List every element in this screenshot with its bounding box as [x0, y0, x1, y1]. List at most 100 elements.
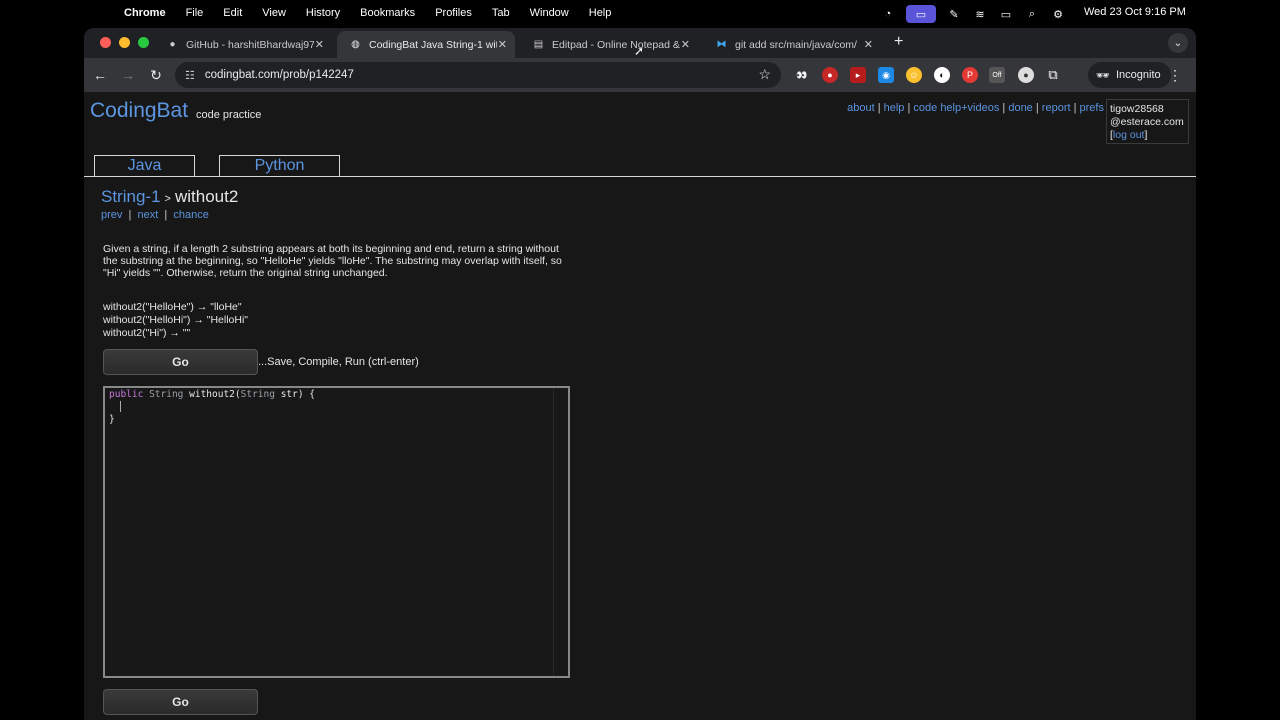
extension-youtube-icon[interactable]: ▸	[850, 67, 866, 83]
text-cursor	[120, 401, 121, 412]
forward-icon[interactable]: →	[114, 67, 142, 83]
screen-time-icon[interactable]: ◔	[880, 7, 896, 21]
example-line: without2("HelloHe") → "lloHe"	[103, 301, 242, 313]
examples: without2("HelloHe") → "lloHe" without2("…	[103, 301, 248, 340]
link-prefs[interactable]: prefs	[1080, 102, 1104, 114]
control-center-icon[interactable]: ⚙	[1050, 7, 1066, 21]
battery-icon[interactable]: ▭	[998, 7, 1014, 21]
breadcrumb-category[interactable]: String-1	[101, 187, 161, 206]
menu-window[interactable]: Window	[530, 7, 569, 19]
top-links: about | help | code help+videos | done |…	[847, 102, 1104, 114]
tab-python[interactable]: Python	[219, 155, 340, 176]
tab-search-icon[interactable]: ⌄	[1168, 33, 1188, 53]
browser-window: ● GitHub - harshitBhardwaj97/C ✕ ◍ Codin…	[84, 28, 1196, 720]
menu-tab[interactable]: Tab	[492, 7, 510, 19]
example-line: without2("Hi") → ""	[103, 327, 191, 339]
next-link[interactable]: next	[138, 209, 159, 221]
extension-off-icon[interactable]: Off	[989, 67, 1005, 83]
vscode-icon: ⧓	[716, 39, 727, 50]
tab-editpad[interactable]: ▤ Editpad - Online Notepad & W ✕	[520, 31, 698, 58]
site-info-icon[interactable]: ☷	[185, 69, 195, 82]
macos-menubar: Chrome File Edit View History Bookmarks …	[0, 0, 1280, 25]
new-tab-icon[interactable]: +	[894, 33, 903, 51]
menu-profiles[interactable]: Profiles	[435, 7, 472, 19]
github-icon: ●	[169, 39, 176, 50]
code-editor[interactable]: public String without2(String str) { }	[103, 386, 570, 678]
incognito-icon: 🕶	[1096, 69, 1110, 82]
site-tagline: code practice	[196, 109, 262, 121]
link-report[interactable]: report	[1042, 102, 1071, 114]
menu-file[interactable]: File	[186, 7, 204, 19]
extension-pin-icon[interactable]: P	[962, 67, 978, 83]
pen-icon[interactable]: ✎	[946, 7, 962, 21]
mouse-cursor-icon: ➚	[634, 44, 645, 58]
user-email-line2: @esterace.com	[1110, 116, 1184, 128]
chance-link[interactable]: chance	[173, 209, 208, 221]
prev-link[interactable]: prev	[101, 209, 122, 221]
problem-description: Given a string, if a length 2 substring …	[103, 243, 562, 279]
search-icon[interactable]: ⌕	[1024, 7, 1040, 21]
link-done[interactable]: done	[1008, 102, 1032, 114]
close-window-button[interactable]	[100, 37, 111, 48]
tab-close-icon[interactable]: ✕	[864, 38, 873, 51]
menubar-clock[interactable]: Wed 23 Oct 9:16 PM	[1084, 6, 1186, 18]
menu-app-chrome[interactable]: Chrome	[124, 7, 166, 19]
menu-bookmarks[interactable]: Bookmarks	[360, 7, 415, 19]
extension-red-icon[interactable]: ●	[822, 67, 838, 83]
extension-dark-icon[interactable]: ◐	[934, 67, 950, 83]
go-button-bottom[interactable]: Go	[103, 689, 258, 715]
link-help[interactable]: help	[884, 102, 905, 114]
tab-vscode[interactable]: ⧓ git add src/main/java/com/ ✕	[703, 31, 881, 58]
tab-title: Editpad - Online Notepad & W	[552, 38, 680, 51]
logout-link[interactable]: log out	[1113, 129, 1145, 141]
tab-codingbat[interactable]: ◍ CodingBat Java String-1 with ✕	[337, 31, 515, 58]
menu-edit[interactable]: Edit	[223, 7, 242, 19]
codingbat-page: CodingBat code practice about | help | c…	[84, 92, 1196, 720]
tab-title: git add src/main/java/com/	[735, 38, 857, 51]
extension-emoji-icon[interactable]: ☺	[906, 67, 922, 83]
address-bar[interactable]: ☷ codingbat.com/prob/p142247 ☆	[175, 62, 781, 88]
tab-github[interactable]: ● GitHub - harshitBhardwaj97/C ✕	[154, 31, 332, 58]
user-email-line1: tigow28568	[1110, 103, 1164, 115]
window-controls	[100, 37, 149, 48]
problem-title: without2	[174, 187, 239, 206]
chrome-menu-icon[interactable]: ⋮	[1168, 67, 1182, 84]
link-about[interactable]: about	[847, 102, 875, 114]
extension-screenshot-icon[interactable]: ◉	[878, 67, 894, 83]
problem-nav: prev | next | chance	[101, 209, 209, 221]
browser-toolbar: ← → ↻ ☷ codingbat.com/prob/p142247 ☆ 👀 ●…	[84, 58, 1196, 92]
screen-record-icon[interactable]: ▭	[906, 5, 936, 23]
user-box: tigow28568 @esterace.com [log out]	[1106, 99, 1189, 144]
tab-title: CodingBat Java String-1 with	[369, 38, 497, 51]
url-text[interactable]: codingbat.com/prob/p142247	[205, 69, 354, 81]
breadcrumb: String-1 > without2	[101, 187, 239, 206]
tab-title: GitHub - harshitBhardwaj97/C	[186, 38, 314, 51]
code-text[interactable]: public String without2(String str) { }	[109, 389, 315, 427]
tab-close-icon[interactable]: ✕	[315, 38, 324, 51]
back-icon[interactable]: ←	[86, 67, 114, 83]
example-line: without2("HelloHi") → "HelloHi"	[103, 314, 249, 326]
tab-close-icon[interactable]: ✕	[498, 38, 507, 51]
wifi-icon[interactable]: ≋	[972, 7, 988, 21]
link-code-help-videos[interactable]: code help+videos	[913, 102, 999, 114]
menu-history[interactable]: History	[306, 7, 340, 19]
menu-help[interactable]: Help	[589, 7, 612, 19]
zoom-window-button[interactable]	[138, 37, 149, 48]
minimize-window-button[interactable]	[119, 37, 130, 48]
editor-margin-line	[553, 388, 554, 676]
tab-close-icon[interactable]: ✕	[681, 38, 690, 51]
menu-view[interactable]: View	[262, 7, 286, 19]
site-logo[interactable]: CodingBat	[90, 99, 188, 123]
tab-java[interactable]: Java	[94, 155, 195, 176]
globe-icon: ◍	[351, 39, 360, 50]
go-button-top[interactable]: Go	[103, 349, 258, 375]
tab-divider	[84, 176, 1196, 177]
extension-grey-icon[interactable]: ●	[1018, 67, 1034, 83]
extension-eyes-icon[interactable]: 👀	[794, 67, 810, 83]
incognito-indicator[interactable]: 🕶 Incognito	[1088, 62, 1171, 88]
incognito-label: Incognito	[1115, 69, 1161, 81]
bookmark-star-icon[interactable]: ☆	[758, 66, 771, 83]
go-hint: ...Save, Compile, Run (ctrl-enter)	[258, 356, 419, 368]
reload-icon[interactable]: ↻	[142, 67, 170, 84]
extensions-puzzle-icon[interactable]: ⧉	[1045, 67, 1061, 83]
